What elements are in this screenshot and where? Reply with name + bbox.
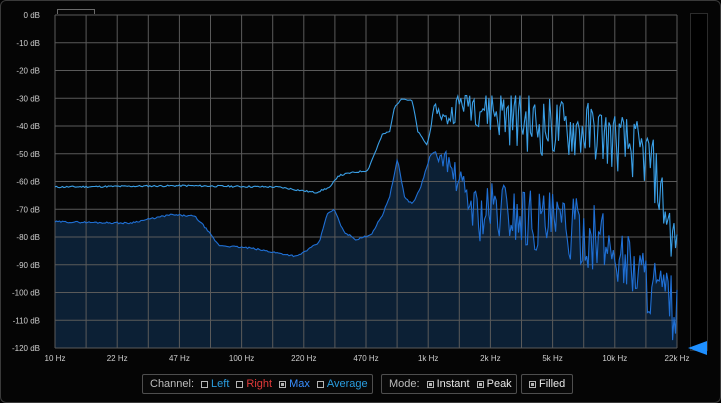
y-tick-label: -80 dB: [16, 233, 40, 242]
max-label: Max: [289, 378, 310, 390]
mode-group: Mode: Instant Peak: [381, 374, 517, 394]
instant-label: Instant: [436, 378, 470, 390]
channel-left-option[interactable]: Left: [201, 378, 229, 390]
channel-group: Channel: Left Right Max Average: [142, 374, 373, 394]
x-tick-label: 220 Hz: [291, 354, 316, 363]
average-checkbox[interactable]: [316, 380, 324, 388]
y-tick-label: -30 dB: [16, 94, 40, 103]
left-label: Left: [211, 378, 230, 390]
x-tick-label: 1k Hz: [418, 354, 438, 363]
average-label: Average: [326, 378, 368, 390]
channel-max-option[interactable]: Max: [279, 378, 310, 390]
y-tick-label: -70 dB: [16, 205, 40, 214]
level-meter: [690, 13, 708, 351]
max-checkbox[interactable]: [279, 380, 287, 388]
mode-peak-option[interactable]: Peak: [476, 378, 512, 390]
right-checkbox[interactable]: [236, 380, 244, 388]
x-tick-label: 100 Hz: [229, 354, 254, 363]
peak-checkbox[interactable]: [476, 380, 484, 388]
right-label: Right: [246, 378, 273, 390]
y-tick-label: -20 dB: [16, 67, 40, 76]
x-tick-label: 5k Hz: [542, 354, 562, 363]
mode-label: Mode:: [389, 378, 420, 390]
y-tick-label: -120 dB: [12, 344, 40, 353]
filled-group: Filled: [521, 374, 573, 394]
y-tick-label: -50 dB: [16, 150, 40, 159]
level-pointer-icon[interactable]: [688, 341, 707, 355]
y-tick-label: -110 dB: [13, 316, 40, 325]
filled-label: Filled: [539, 378, 566, 390]
x-tick-label: 10k Hz: [602, 354, 627, 363]
x-tick-label: 22k Hz: [665, 354, 690, 363]
y-tick-label: -40 dB: [16, 122, 40, 131]
spectrum-plot: 0 dB -10 dB -20 dB -30 dB -40 dB -50 dB -60 dB…: [12, 11, 690, 363]
plot-corner-marker: [57, 9, 95, 14]
y-tick-label: -60 dB: [16, 178, 40, 187]
channel-average-option[interactable]: Average: [316, 378, 368, 390]
mode-instant-option[interactable]: Instant: [426, 378, 470, 390]
peak-label: Peak: [486, 378, 512, 390]
x-tick-label: 47 Hz: [169, 354, 190, 363]
y-tick-label: -10 dB: [16, 39, 40, 48]
x-tick-label: 2k Hz: [480, 354, 500, 363]
y-tick-label: 0 dB: [24, 11, 40, 20]
filled-checkbox[interactable]: [529, 380, 536, 388]
channel-right-option[interactable]: Right: [236, 378, 272, 390]
y-tick-label: -100 dB: [12, 289, 40, 298]
filled-option[interactable]: Filled: [529, 378, 565, 390]
y-tick-label: -90 dB: [16, 261, 40, 270]
left-checkbox[interactable]: [201, 380, 209, 388]
channel-label: Channel:: [150, 378, 195, 390]
x-tick-label: 470 Hz: [353, 354, 378, 363]
x-tick-label: 22 Hz: [107, 354, 128, 363]
x-tick-label: 10 Hz: [45, 354, 66, 363]
instant-checkbox[interactable]: [426, 380, 434, 388]
